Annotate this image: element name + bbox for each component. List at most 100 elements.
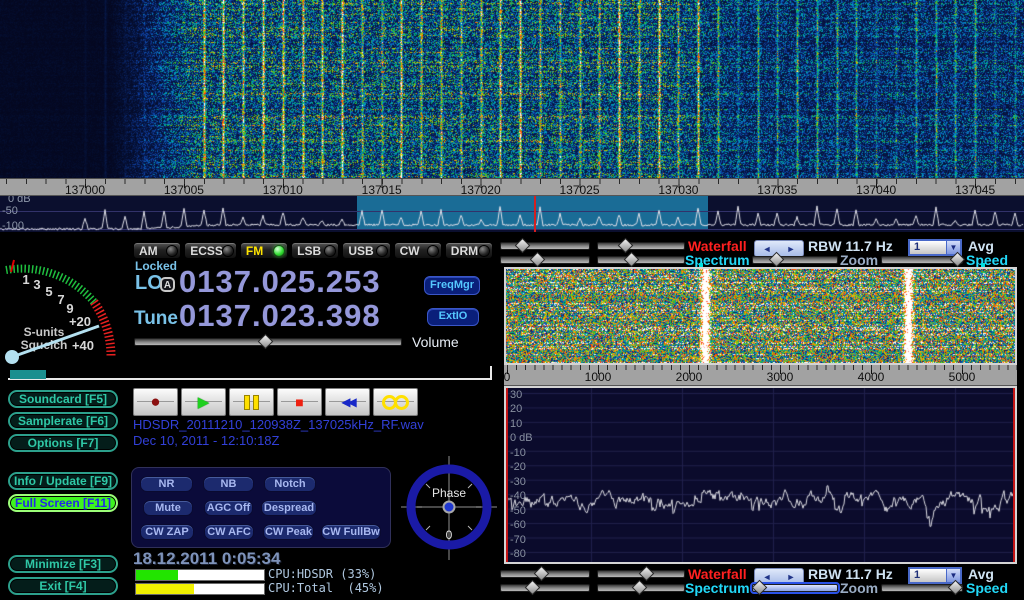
minimize-button[interactable]: Minimize [F3] [8,555,118,573]
notch-button[interactable]: Notch [264,476,316,492]
mode-drm[interactable]: DRM [445,242,493,259]
slider-handle[interactable] [534,566,550,582]
cpu-hdsdr-label: CPU:HDSDR (33%) [268,567,376,581]
spectrum-label: Spectrum [685,580,750,596]
waterfall-contrast-slider[interactable] [597,242,685,250]
tune-frequency-display[interactable]: 0137.023.398 [179,298,381,334]
waterfall-brightness-slider[interactable] [500,570,590,578]
chevron-down-icon[interactable]: ▼ [946,569,960,582]
cw-fullbw-button[interactable]: CW FullBw [321,524,381,540]
cw-zap-button[interactable]: CW ZAP [140,524,194,540]
playback-progress-bar[interactable] [8,366,492,380]
mode-am[interactable]: AM [133,242,181,259]
spin-right-icon[interactable]: ► [787,244,796,254]
recording-date: Dec 10, 2011 - 12:10:18Z [133,433,279,448]
tune-marker[interactable] [534,196,536,232]
audio-display-controls-top: Waterfall ◄► RBW 11.7 Hz 1▼ Avg Spectrum… [497,239,1024,267]
mode-led-icon [167,246,177,256]
rf-spectrum-display[interactable]: 0 dB -50 -100 [0,196,1024,232]
rewind-button[interactable]: ◀◀ [325,388,370,416]
spin-left-icon[interactable]: ◄ [763,244,772,254]
pause-icon [244,395,259,410]
rf-waterfall-display[interactable] [0,0,1024,178]
slider-handle[interactable] [623,252,639,268]
lo-frequency-display[interactable]: 0137.025.253 [179,264,381,300]
audio-display-controls-bottom: Waterfall ◄► RBW 11.7 Hz 1▼ Avg Spectrum… [497,567,1024,595]
audio-spectrum-trace [506,388,1015,562]
stop-button[interactable]: ■ [277,388,322,416]
lo-auto-badge[interactable]: A [160,277,175,292]
cw-peak-button[interactable]: CW Peak [263,524,314,540]
despread-button[interactable]: Despread [261,500,317,516]
speed-slider[interactable] [881,256,963,264]
playback-progress-fill [10,370,46,379]
cpu-total-label: CPU:Total (45%) [268,581,384,595]
mode-usb[interactable]: USB [342,242,390,259]
mode-lsb[interactable]: LSB [291,242,339,259]
audio-frequency-scale[interactable]: 010002000300040005000 [504,365,1017,386]
exit-button[interactable]: Exit [F4] [8,577,118,595]
spin-left-icon[interactable]: ◄ [763,572,772,582]
nb-button[interactable]: NB [203,476,254,492]
spectrum-range-slider[interactable] [597,256,685,264]
extio-button[interactable]: ExtIO [427,308,479,326]
mode-fm[interactable]: FM [240,242,288,259]
mode-led-icon [223,246,233,256]
options-button[interactable]: Options [F7] [8,434,118,452]
s-meter-tick: 7 [57,292,64,307]
record-button[interactable]: ● [133,388,178,416]
cpu-total-bar [135,583,265,595]
mode-label: AM [139,244,158,258]
audio-waterfall-display[interactable] [506,269,1015,363]
audio-spectrum-display[interactable]: 3020100 dB-10-20-30-40-50-60-70-80 [504,386,1017,564]
rf-frequency-scale[interactable]: 1370001370051370101370151370201370251370… [0,178,1024,196]
audio-db-label: 30 [510,389,522,401]
mode-cw[interactable]: CW [394,242,442,259]
slider-handle[interactable] [530,252,546,268]
phase-dot [444,502,455,513]
db-label: -100 [2,220,24,232]
freqmgr-button[interactable]: FreqMgr [424,276,480,295]
soundcard-button[interactable]: Soundcard [F5] [8,390,118,408]
volume-label: Volume [412,334,459,350]
nr-button[interactable]: NR [140,476,193,492]
audio-db-label: -70 [510,534,526,546]
waterfall-contrast-slider[interactable] [597,570,685,578]
slider-handle[interactable] [515,238,531,254]
slider-handle[interactable] [258,334,274,350]
mode-led-icon [479,246,489,256]
avg-value: 1 [910,569,946,582]
slider-handle[interactable] [525,580,541,596]
mode-label: ECSS [190,244,223,258]
slider-handle[interactable] [639,566,655,582]
volume-slider[interactable] [134,338,402,346]
spectrum-ref-slider[interactable] [500,584,590,592]
info-update-button[interactable]: Info / Update [F9] [8,472,118,490]
loop-button[interactable] [373,388,418,416]
mode-ecss[interactable]: ECSS [184,242,237,259]
speed-label: Speed [966,580,1008,596]
mute-button[interactable]: Mute [143,500,193,516]
spectrum-ref-slider[interactable] [500,256,590,264]
audio-db-label: -30 [510,476,526,488]
audio-freq-label: 5000 [949,370,976,384]
spin-right-icon[interactable]: ► [787,572,796,582]
fullscreen-button[interactable]: Full Screen [F11] [8,494,118,512]
waterfall-brightness-slider[interactable] [500,242,590,250]
stop-icon: ■ [295,394,303,410]
slider-handle[interactable] [632,580,648,596]
cpu-hdsdr-bar [135,569,265,581]
s-meter-tick: 3 [33,277,40,292]
minor-ticks [507,365,1017,370]
zoom-slider[interactable] [752,256,838,264]
pause-button[interactable] [229,388,274,416]
audio-db-label: -20 [510,461,526,473]
samplerate-button[interactable]: Samplerate [F6] [8,412,118,430]
dsp-panel: NR NB Notch Mute AGC Off Despread CW ZAP… [131,467,391,548]
agc-off-button[interactable]: AGC Off [204,500,253,516]
speed-slider[interactable] [881,584,963,592]
cw-afc-button[interactable]: CW AFC [204,524,254,540]
spectrum-range-slider[interactable] [597,584,685,592]
zoom-slider[interactable] [752,584,838,592]
play-button[interactable]: ▶ [181,388,226,416]
